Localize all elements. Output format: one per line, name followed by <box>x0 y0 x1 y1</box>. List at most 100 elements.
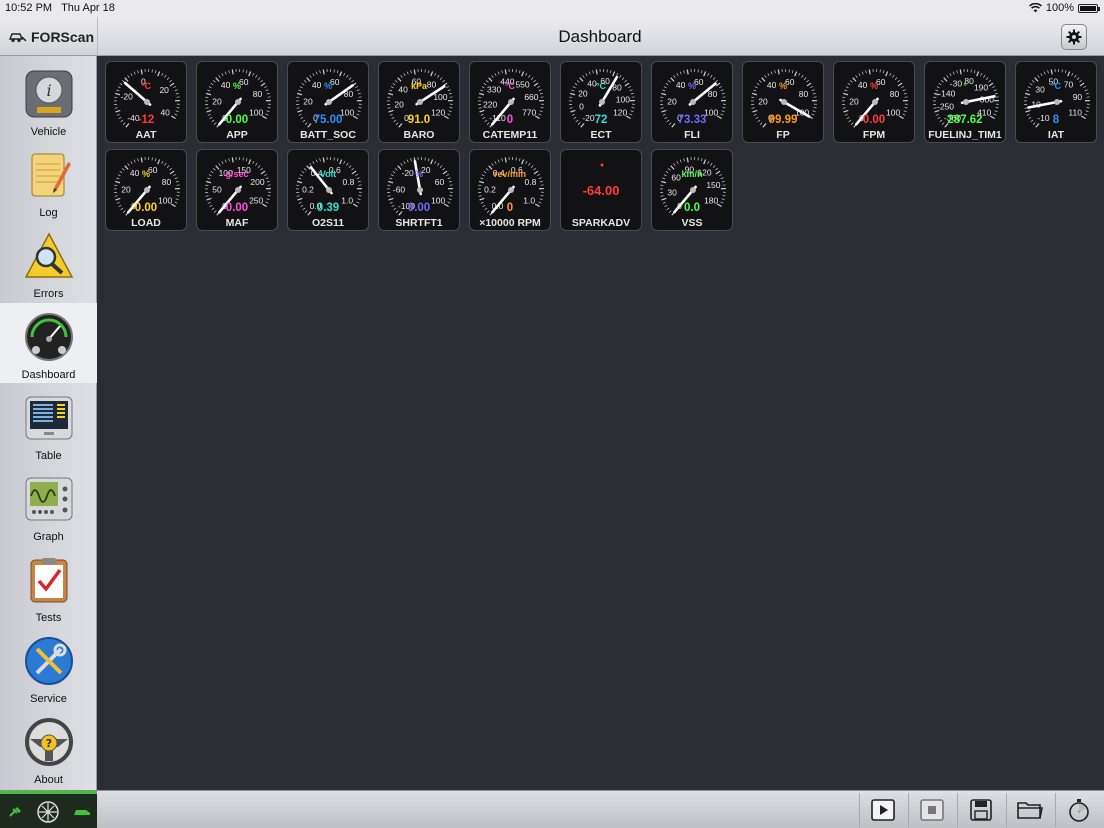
gauge-app[interactable]: 020406080100%0.00APP <box>196 61 278 143</box>
gauge-tick <box>660 195 664 197</box>
gauge-tick <box>1024 107 1028 109</box>
battery-percent: 100% <box>1045 2 1074 14</box>
gauge-tick <box>712 77 716 80</box>
gauge-tick <box>530 77 534 80</box>
log-notepad-icon <box>31 153 71 197</box>
gauge-fpm[interactable]: 020406080100%0.00FPM <box>833 61 915 143</box>
gauge-tick <box>528 74 531 78</box>
save-button[interactable] <box>957 793 1003 827</box>
gauge-shrtft1[interactable]: -100 -60 -20 20 60 100% 0.00 SHRTFT1 <box>378 149 460 231</box>
gauge-vss[interactable]: 0306090120150180km/h0.0VSS <box>651 149 733 231</box>
sidebar-item-tests[interactable]: Tests <box>0 546 97 626</box>
gauge-tick <box>721 180 725 183</box>
stopwatch-button[interactable] <box>1055 793 1101 827</box>
gauge-tick <box>592 70 594 74</box>
play-button[interactable] <box>859 793 905 827</box>
sidebar-item-log[interactable]: Log <box>0 141 97 221</box>
gauge-hub <box>508 99 514 105</box>
gauge-tick <box>479 109 485 113</box>
gauge-tick <box>410 158 412 162</box>
gauge-maf[interactable]: 050100150200250g/sec0.00MAF <box>196 149 278 231</box>
gauge-tick <box>501 158 503 162</box>
gauge-tick <box>751 107 755 109</box>
sidebar-item-table[interactable]: Table <box>0 384 97 464</box>
gauge-fuelinj-tim1[interactable]: -360 -250 -140 -30 80 190 300 410 ° 287.62 FUELINJ… <box>924 61 1006 143</box>
battery-icon <box>1078 3 1100 13</box>
gauge-tick <box>959 69 962 75</box>
gauge-tick <box>297 109 303 113</box>
sidebar: i Vehicle Log Errors Dashboard Table Gra… <box>0 56 97 790</box>
gauge-sparkadv[interactable]: -64.00 SPARKADV <box>560 149 642 231</box>
gauge-tick <box>388 109 394 113</box>
gauge-tick <box>206 197 212 201</box>
gauge-tick <box>710 162 713 166</box>
gauge-tick <box>228 70 230 74</box>
gauge-tick <box>1040 73 1043 77</box>
gauge-tick <box>339 71 343 77</box>
gauge-tick <box>309 75 312 78</box>
gauge-tick <box>582 75 585 78</box>
gauge-unit: °C <box>1050 81 1062 91</box>
gauge-tick <box>1043 71 1046 75</box>
gauge-tick <box>406 71 409 75</box>
gauge-tick-label: 50 <box>212 184 222 194</box>
gauge-tick <box>478 180 485 184</box>
gauge-load[interactable]: 020406080100%0.00LOAD <box>105 149 187 231</box>
gauge-name: VSS <box>681 217 703 229</box>
gauge-baro[interactable]: 0 20 40 60 80 100 120 kPa 91.0 BARO <box>378 61 460 143</box>
gauge-tick <box>479 197 485 201</box>
gauge-unit: kPa <box>410 81 427 91</box>
gauge-tick <box>257 165 261 168</box>
sidebar-label: Dashboard <box>21 369 76 381</box>
gauge-tick <box>161 160 164 164</box>
gauge-tick <box>1086 107 1090 109</box>
gauge-tick <box>539 92 543 95</box>
gauge-unit-dot <box>600 163 604 167</box>
gauge--10000-rpm[interactable]: 0.00.20.40.60.81.0rev/min0×10000 RPM <box>469 149 551 231</box>
open-folder-button[interactable] <box>1006 793 1052 827</box>
sidebar-item-graph[interactable]: Graph <box>0 465 97 545</box>
gauge-tick <box>114 107 118 109</box>
gauge-tick <box>812 110 816 112</box>
gauge-tick <box>1071 72 1074 76</box>
gauge-tick <box>175 180 179 183</box>
connection-status[interactable] <box>0 791 97 828</box>
sidebar-item-service[interactable]: Service <box>0 627 97 707</box>
gauge-fli[interactable]: 0 20 40 60 80 100% 73.33 FLI <box>651 61 733 143</box>
settings-button[interactable] <box>1061 24 1087 50</box>
gauge-hub <box>599 99 605 105</box>
gauge-tick <box>266 92 270 95</box>
gauge-name: SPARKADV <box>571 217 631 229</box>
sidebar-item-about[interactable]: ? About <box>0 708 97 788</box>
gauge-tick <box>137 158 139 162</box>
gauge-name: MAF <box>225 217 249 229</box>
gauge-aat[interactable]: -40 -20 0 20 40 °C -12 AAT <box>105 61 187 143</box>
gauge-hub <box>417 187 423 193</box>
sidebar-item-errors[interactable]: Errors <box>0 222 97 302</box>
sidebar-item-dashboard[interactable]: Dashboard <box>0 303 97 383</box>
gauge-iat[interactable]: -10 10 30 50 70 90 110 °C 8 IAT <box>1015 61 1097 143</box>
sidebar-item-vehicle[interactable]: i Vehicle <box>0 60 97 140</box>
gauge-o2s11[interactable]: 0.00.20.40.60.81.0Volt0.39O2S11 <box>287 149 369 231</box>
gauge-tick <box>504 69 507 75</box>
gauge-name: ECT <box>590 129 612 141</box>
gauge-tick <box>813 107 817 109</box>
gauge-tick <box>114 92 121 96</box>
gauge-tick <box>882 70 885 74</box>
gauge-catemp11[interactable]: -110220330440550660770°C0CATEMP11 <box>469 61 551 143</box>
gauge-value: -64.00 <box>582 183 620 198</box>
gauge-tick <box>801 74 804 78</box>
gauge-tick-label: 660 <box>524 92 538 102</box>
gauge-tick <box>319 70 321 74</box>
gauge-tick <box>497 71 500 75</box>
gauge-tick <box>336 70 339 74</box>
stop-button[interactable] <box>908 793 954 827</box>
gauge-ect[interactable]: -20 0 20 40 60 80 100 120 °C 72 ECT <box>560 61 642 143</box>
gauge-batt-soc[interactable]: 0 20 40 60 80 100% 75.00 BATT_SOC <box>287 61 369 143</box>
gauge-fp[interactable]: 020406080100%99.99FP <box>742 61 824 143</box>
page-title: Dashboard <box>558 27 642 46</box>
gauge-tick <box>525 160 528 164</box>
stopwatch-icon <box>1068 799 1089 822</box>
gauge-tick <box>521 159 525 165</box>
gauge-unit: °C <box>140 81 152 91</box>
